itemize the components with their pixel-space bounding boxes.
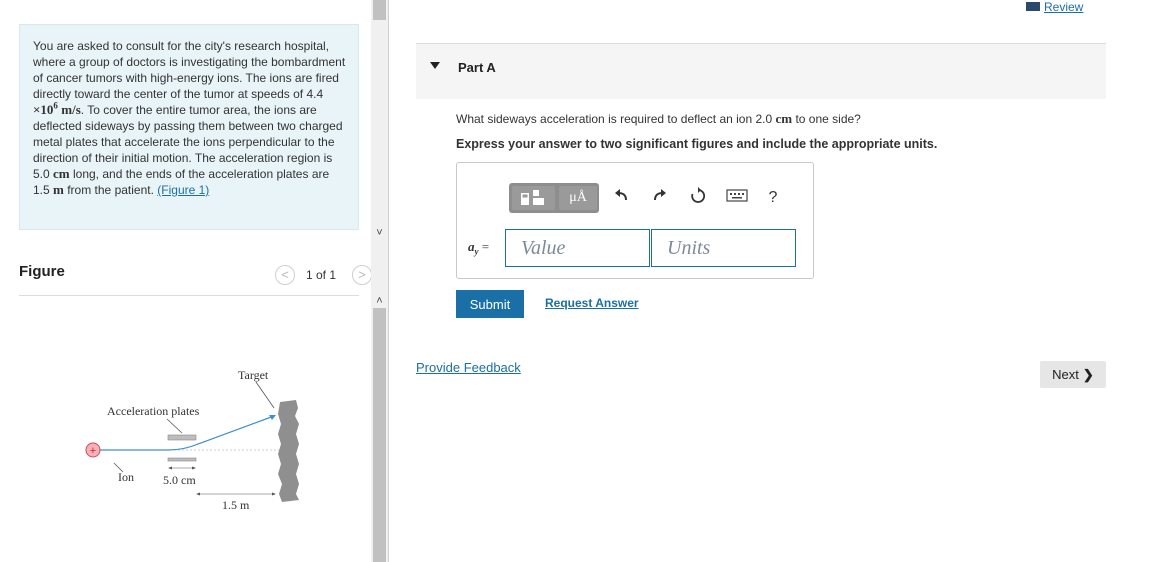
length-unit: cm (53, 166, 70, 181)
distance-unit: m (53, 182, 64, 197)
svg-text:+: + (90, 445, 96, 457)
templates-button[interactable] (512, 186, 555, 210)
problem-end: from the patient. (67, 183, 154, 197)
scroll-down-arrow-icon[interactable]: ˅ (373, 227, 386, 240)
scrollbar-thumb-upper[interactable] (373, 0, 386, 20)
distance-label: 1.5 m (222, 498, 250, 512)
units-input[interactable] (651, 229, 796, 267)
ion-label: Ion (118, 470, 134, 484)
figure-title: Figure (19, 263, 65, 280)
speed-multiplier: ×106 (33, 100, 58, 117)
ion-path (98, 415, 275, 451)
figure-link[interactable]: (Figure 1) (157, 183, 209, 197)
answer-instruction: Express your answer to two significant f… (456, 137, 938, 151)
next-figure-button[interactable]: > (352, 265, 372, 285)
submit-button[interactable]: Submit (456, 290, 524, 318)
caret-down-icon[interactable] (430, 62, 440, 69)
plates-label: Acceleration plates (107, 404, 200, 418)
plate-length-label: 5.0 cm (163, 473, 196, 487)
templates-icon (521, 190, 544, 205)
keyboard-icon[interactable] (726, 187, 748, 209)
redo-icon[interactable] (650, 187, 670, 209)
ion-deflection-figure: Target Acceleration plates Ion 5.0 cm 1.… (85, 368, 299, 512)
provide-feedback-link[interactable]: Provide Feedback (416, 360, 521, 375)
target-tumor (278, 400, 299, 502)
part-header[interactable] (416, 43, 1106, 99)
review-link[interactable]: Review (1026, 0, 1083, 14)
chevron-right-icon: ❯ (1082, 366, 1094, 382)
next-button[interactable]: Next ❯ (1040, 361, 1106, 388)
units-button[interactable]: μÅ (559, 186, 597, 210)
figure-divider (19, 295, 359, 296)
target-label: Target (238, 368, 269, 382)
top-plate (167, 434, 197, 441)
book-icon (1026, 2, 1040, 11)
value-input[interactable] (505, 229, 650, 267)
scrollbar-thumb-lower[interactable] (373, 308, 386, 562)
prev-figure-button[interactable]: < (275, 265, 295, 285)
bottom-plate (167, 457, 197, 462)
answer-variable: ay = (468, 239, 490, 257)
scroll-up-arrow-icon[interactable]: ˄ (373, 295, 386, 308)
problem-statement: You are asked to consult for the city's … (19, 24, 359, 230)
help-icon[interactable]: ? (763, 187, 783, 209)
question-text: What sideways acceleration is required t… (456, 111, 861, 126)
speed-unit: m/s (61, 102, 81, 117)
request-answer-link[interactable]: Request Answer (545, 296, 639, 310)
panel-divider (388, 0, 389, 562)
undo-icon[interactable] (611, 187, 631, 209)
reset-icon[interactable] (688, 187, 708, 209)
part-title: Part A (458, 60, 496, 75)
figure-pager: 1 of 1 (306, 268, 337, 282)
problem-intro: You are asked to consult for the city's … (33, 39, 346, 101)
